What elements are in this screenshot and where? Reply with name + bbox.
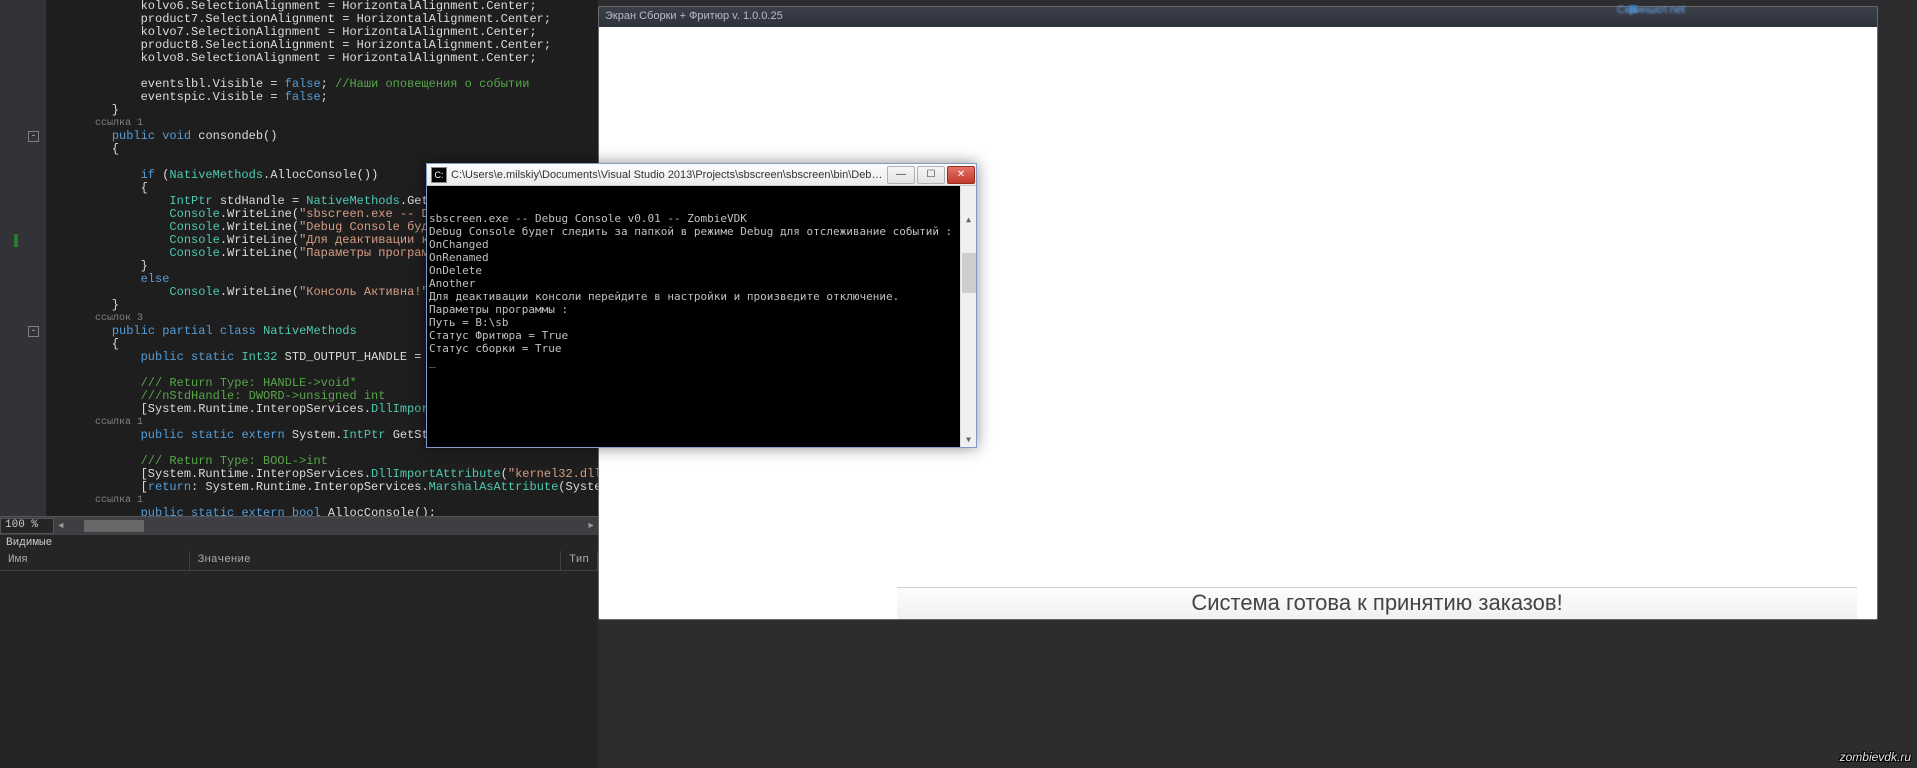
- app-titlebar[interactable]: Экран Сборки + Фритюр v. 1.0.0.25: [599, 7, 1877, 27]
- app-status-bar: Система готова к принятию заказов!: [897, 587, 1857, 619]
- console-line: Debug Console будет следить за папкой в …: [429, 225, 974, 238]
- zoom-combo[interactable]: 100 %: [0, 518, 54, 534]
- col-type[interactable]: Тип: [561, 551, 598, 570]
- locals-panel: Видимые Имя Значение Тип: [0, 534, 598, 768]
- console-titlebar[interactable]: C: C:\Users\e.milskiy\Documents\Visual S…: [427, 164, 976, 186]
- code-line[interactable]: kolvo8.SelectionAlignment = HorizontalAl…: [47, 52, 598, 65]
- locals-tab[interactable]: Видимые: [0, 535, 598, 551]
- scroll-thumb[interactable]: [962, 253, 976, 293]
- code-line[interactable]: public static extern bool AllocConsole()…: [47, 507, 598, 516]
- console-line: Параметры программы :: [429, 303, 974, 316]
- console-line: Another: [429, 277, 974, 290]
- console-line: _: [429, 355, 974, 368]
- fold-toggle[interactable]: -: [28, 131, 39, 142]
- code-line[interactable]: [return: System.Runtime.InteropServices.…: [47, 481, 598, 494]
- console-app-icon: C:: [431, 167, 447, 183]
- scroll-left-arrow[interactable]: ◄: [54, 519, 68, 533]
- scroll-down-arrow[interactable]: ▼: [961, 432, 976, 447]
- console-line: Статус Фритюра = True: [429, 329, 974, 342]
- console-title-text: C:\Users\e.milskiy\Documents\Visual Stud…: [451, 169, 886, 181]
- scroll-thumb[interactable]: [84, 520, 144, 532]
- console-line: sbscreen.exe -- Debug Console v0.01 -- Z…: [429, 212, 974, 225]
- breakpoint-hint: [14, 234, 18, 247]
- console-line: OnDelete: [429, 264, 974, 277]
- console-window: C: C:\Users\e.milskiy\Documents\Visual S…: [426, 163, 977, 448]
- scroll-right-arrow[interactable]: ►: [584, 519, 598, 533]
- code-line[interactable]: {: [47, 143, 598, 156]
- close-button[interactable]: ✕: [947, 166, 975, 184]
- watermark: zombievdk.ru: [1840, 750, 1911, 764]
- side-extra: Скриншот.net: [1627, 0, 1917, 10]
- fold-toggle[interactable]: -: [28, 326, 39, 337]
- minimize-button[interactable]: —: [887, 166, 915, 184]
- maximize-button[interactable]: ☐: [917, 166, 945, 184]
- console-body[interactable]: sbscreen.exe -- Debug Console v0.01 -- Z…: [427, 186, 976, 447]
- console-scrollbar[interactable]: ▲ ▼: [960, 186, 976, 447]
- console-line: Для деактивации консоли перейдите в наст…: [429, 290, 974, 303]
- console-line: OnRenamed: [429, 251, 974, 264]
- console-line: OnChanged: [429, 238, 974, 251]
- horizontal-scrollbar[interactable]: [70, 519, 584, 533]
- gutter: --: [0, 0, 47, 516]
- editor-bottom-bar: 100 % ◄ ►: [0, 516, 598, 534]
- console-line: Статус сборки = True: [429, 342, 974, 355]
- code-line[interactable]: eventspic.Visible = false;: [47, 91, 598, 104]
- console-line: Путь = B:\sb: [429, 316, 974, 329]
- scroll-up-arrow[interactable]: ▲: [961, 212, 976, 227]
- col-name[interactable]: Имя: [0, 551, 190, 570]
- code-line[interactable]: }: [47, 104, 598, 117]
- side-link[interactable]: Скриншот.net: [1617, 4, 1685, 16]
- code-line[interactable]: public void consondeb(): [47, 130, 598, 143]
- col-value[interactable]: Значение: [190, 551, 561, 570]
